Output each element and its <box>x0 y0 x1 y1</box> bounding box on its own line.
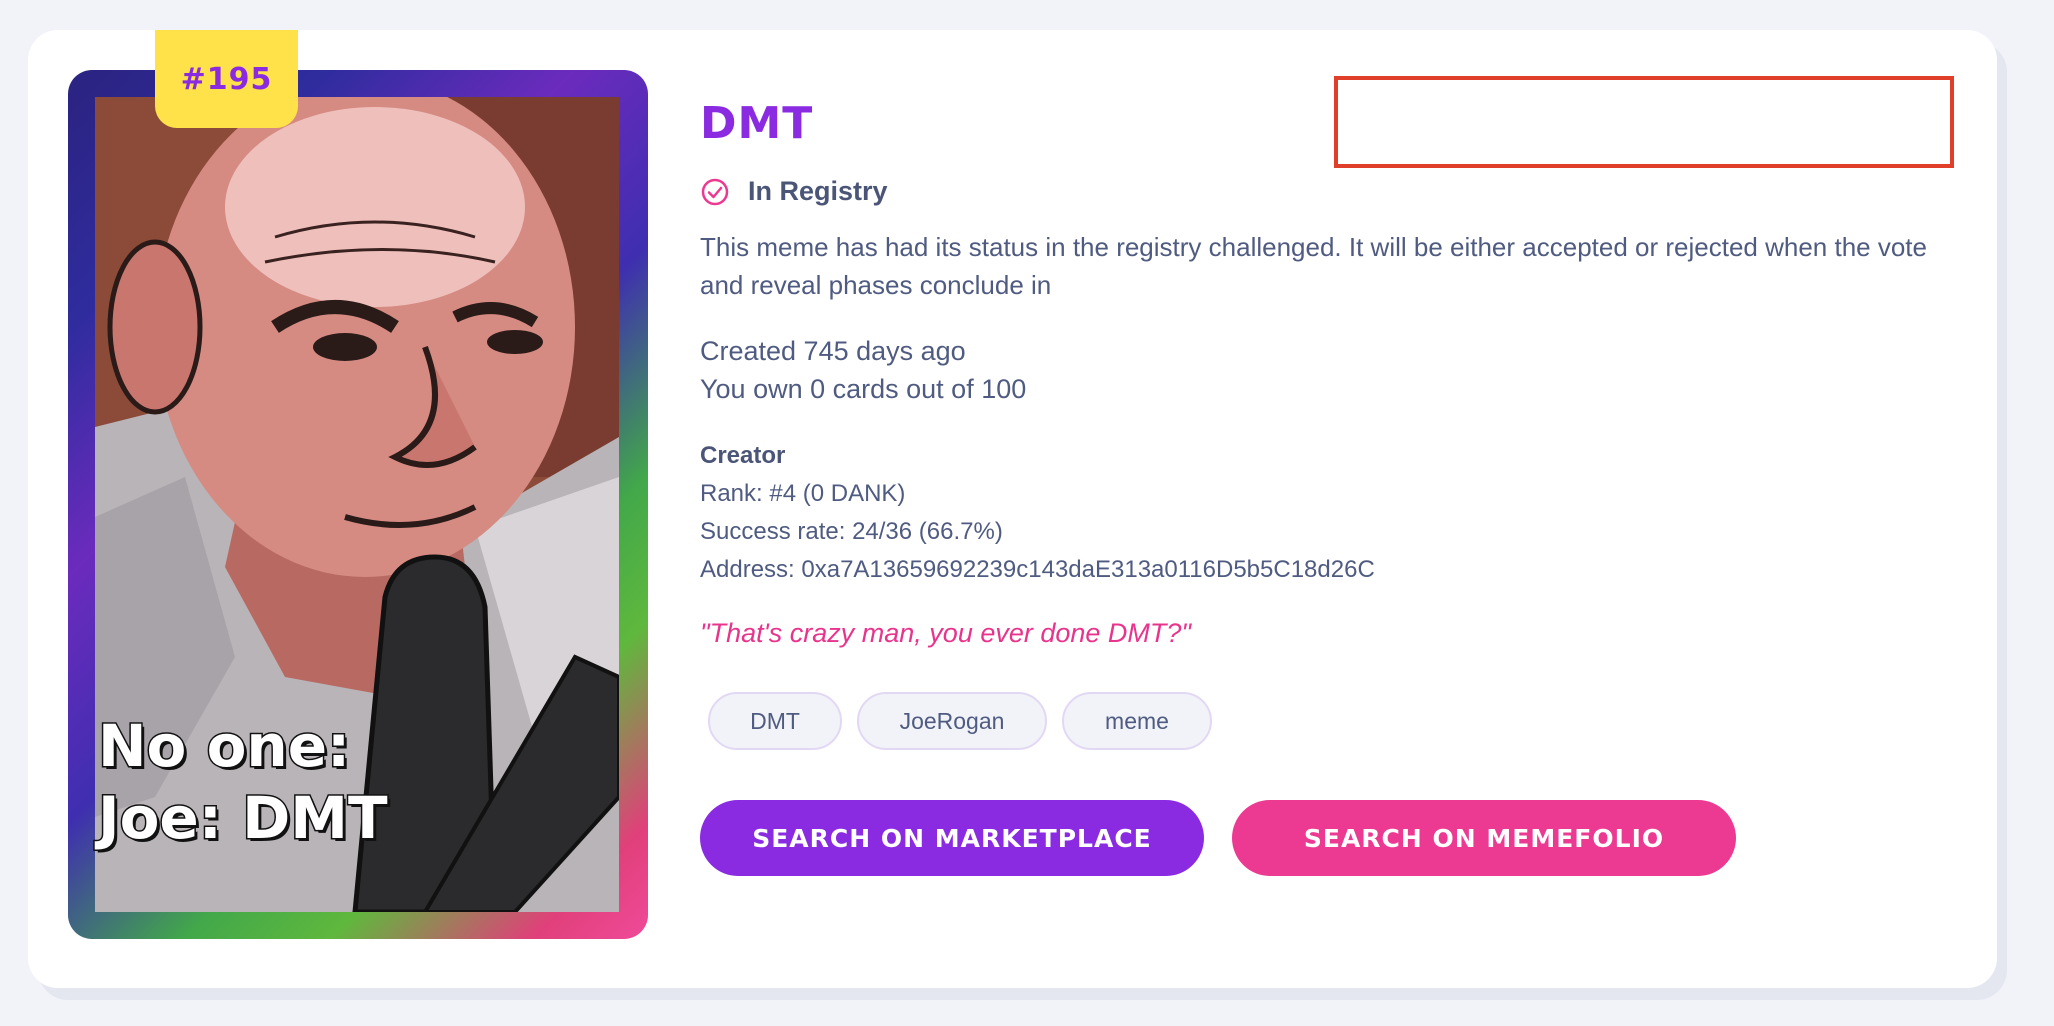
meme-number-badge: #195 <box>155 30 298 128</box>
caption-line-2: Joe: DMT <box>97 783 390 854</box>
tag-dmt[interactable]: DMT <box>708 692 842 750</box>
highlight-box <box>1334 76 1954 168</box>
creator-rank: Rank: #4 (0 DANK) <box>700 480 906 507</box>
tag-joerogan[interactable]: JoeRogan <box>857 692 1047 750</box>
meme-caption: No one: Joe: DMT <box>96 710 390 854</box>
creator-address[interactable]: Address: 0xa7A13659692239c143daE313a0116… <box>700 551 1375 589</box>
creator-section: Creator Rank: #4 (0 DANK) Success rate: … <box>700 437 1375 589</box>
tag-meme[interactable]: meme <box>1062 692 1212 750</box>
creator-success-rate: Success rate: 24/36 (66.7%) <box>700 518 1003 545</box>
caption-line-1: No one: <box>96 711 351 782</box>
meme-meta: Created 745 days ago You own 0 cards out… <box>700 332 1026 408</box>
search-memefolio-button[interactable]: SEARCH ON MEMEFOLIO <box>1232 800 1736 876</box>
search-marketplace-button[interactable]: SEARCH ON MARKETPLACE <box>700 800 1204 876</box>
meme-title: DMT <box>700 98 814 149</box>
check-circle-icon <box>701 178 729 205</box>
status-label: In Registry <box>748 176 888 206</box>
ownership-text: You own 0 cards out of 100 <box>700 374 1027 404</box>
status-description: This meme has had its status in the regi… <box>700 232 1927 300</box>
creator-heading: Creator <box>700 442 786 469</box>
status-row: In Registry <box>700 176 888 207</box>
created-text: Created 745 days ago <box>700 336 966 366</box>
meme-quote: "That's crazy man, you ever done DMT?" <box>700 618 1192 648</box>
meme-card[interactable]: No one: Joe: DMT <box>68 70 648 939</box>
tag-list: DMT JoeRogan meme <box>708 692 1212 750</box>
